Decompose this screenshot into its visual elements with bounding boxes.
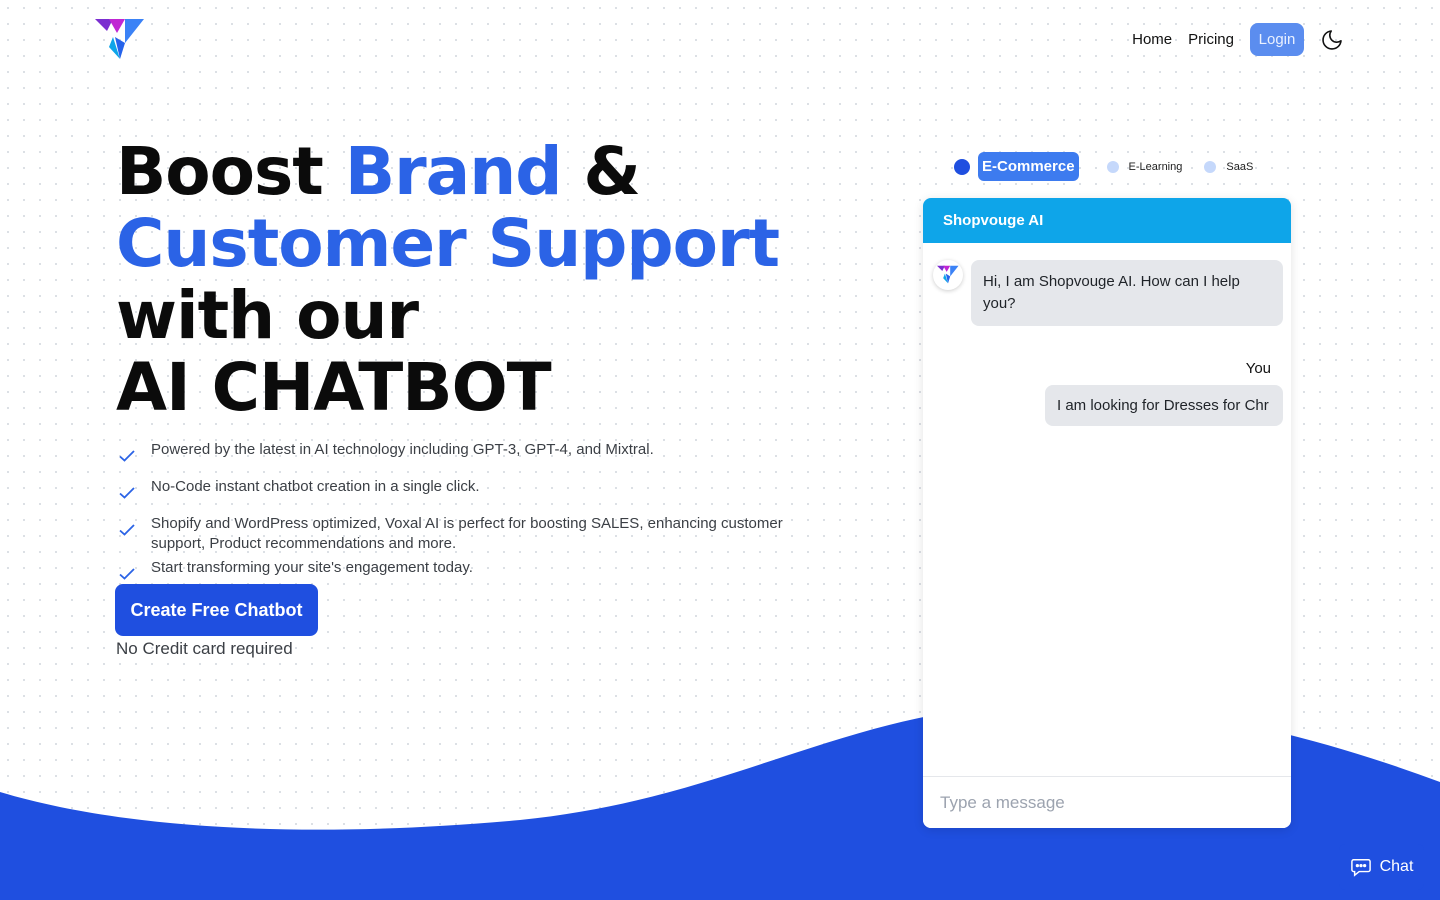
bot-message-row: Hi, I am Shopvouge AI. How can I help yo…: [933, 260, 1283, 326]
moon-icon[interactable]: [1320, 28, 1344, 52]
tab-elearning[interactable]: E-Learning: [1106, 160, 1183, 173]
brand-logo[interactable]: [95, 17, 145, 63]
feature-item: Shopify and WordPress optimized, Voxal A…: [118, 514, 838, 554]
user-label: You: [1245, 360, 1271, 377]
bot-message-bubble: Hi, I am Shopvouge AI. How can I help yo…: [971, 260, 1283, 326]
feature-item: Powered by the latest in AI technology i…: [118, 440, 838, 465]
chat-widget: Shopvouge AI Hi, I am Shopvouge AI. How …: [923, 198, 1291, 828]
chat-bubbles-icon: [1350, 859, 1371, 877]
tab-dot-icon: [954, 158, 970, 175]
feature-text: Start transforming your site's engagemen…: [151, 559, 473, 576]
tab-label: E-Commerce: [978, 152, 1079, 181]
chat-header-title: Shopvouge AI: [923, 198, 1291, 243]
no-credit-card-note: No Credit card required: [116, 639, 293, 658]
check-icon: [119, 524, 135, 536]
headline-line-1: Boost Brand &: [116, 136, 779, 208]
tab-dot-icon: [1204, 160, 1217, 173]
headline-line-3: with our: [116, 277, 419, 354]
tab-saas[interactable]: SaaS: [1204, 160, 1254, 173]
headline-line-4: AI CHATBOT: [116, 349, 552, 426]
feature-list: Powered by the latest in AI technology i…: [118, 440, 838, 595]
feature-text: Shopify and WordPress optimized, Voxal A…: [151, 515, 783, 552]
floating-chat-button[interactable]: Chat: [1339, 844, 1424, 890]
hero-headline: Boost Brand & Customer Support with our …: [116, 136, 780, 426]
headline-boost: Boost: [116, 133, 345, 210]
tab-label: SaaS: [1226, 160, 1254, 173]
top-nav: Home Pricing Login: [1132, 23, 1344, 56]
bot-avatar: [933, 260, 963, 290]
login-button[interactable]: Login: [1250, 23, 1304, 56]
feature-item: Start transforming your site's engagemen…: [118, 558, 838, 583]
headline-ampersand: &: [561, 133, 641, 210]
check-icon: [119, 487, 135, 499]
check-icon: [119, 450, 135, 462]
nav-pricing-link[interactable]: Pricing: [1188, 31, 1234, 48]
tab-dot-icon: [1106, 160, 1119, 173]
feature-text: Powered by the latest in AI technology i…: [151, 441, 654, 458]
feature-text: No-Code instant chatbot creation in a si…: [151, 478, 480, 495]
check-icon: [119, 568, 135, 580]
nav-home-link[interactable]: Home: [1132, 31, 1172, 48]
floating-chat-label: Chat: [1379, 858, 1414, 875]
headline-line-2: Customer Support: [116, 205, 780, 282]
create-chatbot-button[interactable]: Create Free Chatbot: [115, 584, 318, 636]
bot-logo-icon: [937, 265, 959, 284]
headline-brand: Brand: [344, 133, 563, 210]
message-input[interactable]: [923, 776, 1291, 828]
feature-item: No-Code instant chatbot creation in a si…: [118, 477, 838, 502]
tab-ecommerce[interactable]: E-Commerce: [954, 152, 1085, 181]
user-message-bubble: I am looking for Dresses for Chr: [1045, 385, 1283, 426]
demo-tabs: E-Commerce E-Learning SaaS: [954, 152, 1275, 181]
tab-label: E-Learning: [1128, 160, 1183, 173]
